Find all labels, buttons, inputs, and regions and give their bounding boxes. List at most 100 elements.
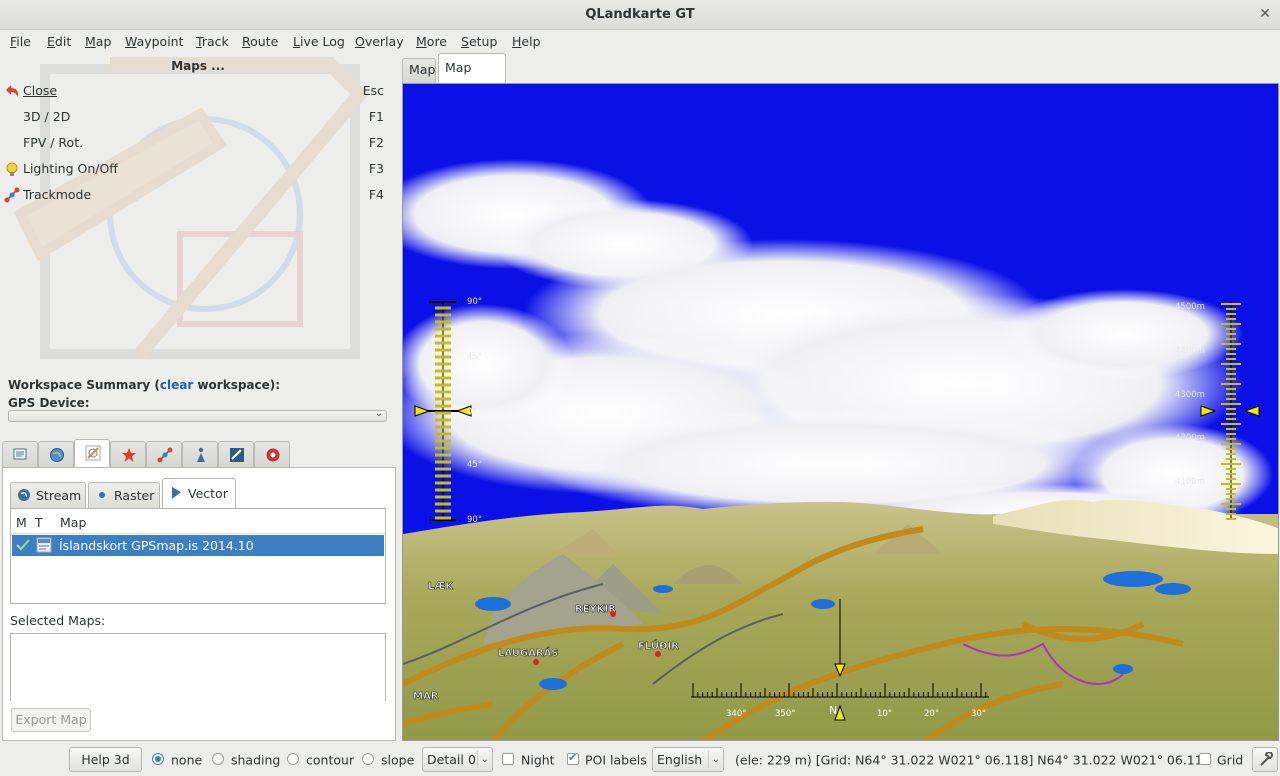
summary-prefix: Workspace Summary ( [8, 378, 160, 392]
language-value: English [657, 752, 703, 767]
column-header-m[interactable]: M [16, 515, 27, 530]
tab-overlay[interactable] [218, 441, 254, 467]
action-3d-2d[interactable]: 3D / 2D F1 [0, 105, 396, 129]
action-close[interactable]: Close Esc [0, 79, 396, 103]
compass-label-340: 340° [726, 709, 746, 719]
pitch-label-45-top: 45° [467, 352, 482, 362]
window-titlebar: QLandkarte GT ✕ [0, 0, 1280, 30]
waypoint-star-icon [122, 448, 136, 462]
menu-more[interactable]: More [416, 34, 447, 49]
chevron-down-icon: ⌄ [711, 754, 720, 765]
action-trackmode[interactable]: Trackmode F4 [0, 183, 396, 207]
export-map-button[interactable]: Export Map [11, 708, 91, 732]
wrench-icon [1260, 752, 1273, 766]
garmin-map-icon [36, 537, 52, 553]
menu-waypoint[interactable]: Waypoint [125, 34, 184, 49]
elevation-label-4200: 4200m [1175, 433, 1205, 443]
shading-label-none: none [171, 752, 203, 768]
action-lighting[interactable]: Lighting On/Off F3 [0, 157, 396, 181]
shading-label-contour: contour [306, 752, 355, 768]
tab-diary[interactable] [254, 441, 290, 467]
detail-value: 0 [468, 752, 476, 767]
window-close-icon[interactable]: ✕ [1254, 3, 1276, 25]
window-title: QLandkarte GT [585, 7, 695, 22]
pitch-label-0: 0° [467, 407, 477, 417]
menu-overlay[interactable]: Overlay [355, 34, 404, 49]
elevation-label-4400: 4400m [1175, 346, 1205, 356]
tab-vector[interactable]: Vector [162, 478, 236, 508]
menu-track[interactable]: Track [196, 34, 229, 49]
language-combo[interactable]: English ⌄ [652, 747, 724, 772]
tab-routes[interactable] [182, 441, 218, 467]
action-label: Lighting On/Off [23, 161, 118, 176]
menu-setup[interactable]: Setup [461, 34, 497, 49]
shading-radio-contour[interactable] [287, 753, 299, 765]
column-header-t[interactable]: T [35, 515, 43, 530]
shading-label-slope: slope [381, 752, 415, 768]
night-label: Night [521, 752, 555, 768]
menu-map[interactable]: Map [85, 34, 111, 49]
detail-combo[interactable]: Detail 0 ⌄ [422, 747, 493, 772]
tab-map-list[interactable] [74, 439, 110, 467]
tab-label: Stream [36, 488, 82, 503]
place-label-laek: LÆK [428, 581, 454, 592]
tab-tracks[interactable] [146, 441, 182, 467]
action-shortcut: F2 [368, 135, 384, 150]
menu-help[interactable]: Help [512, 34, 541, 49]
tab-raster[interactable]: Raster [88, 482, 160, 508]
compass-label-30: 30° [971, 709, 986, 719]
action-fpv-rot[interactable]: FPV / Rot. F2 [0, 131, 396, 155]
shading-radio-none[interactable] [152, 753, 164, 765]
selected-maps-list[interactable] [10, 633, 386, 701]
settings-wrench-button[interactable] [1252, 747, 1278, 772]
tab-map-3d[interactable]: Map 3D... [438, 53, 506, 103]
maps-panel-title: Maps ... [171, 59, 225, 73]
place-label-mar: MAR [413, 691, 439, 702]
vector-flag-icon [172, 487, 181, 499]
menu-file[interactable]: File [10, 34, 31, 49]
gps-device-combo[interactable]: ⌄ [8, 408, 387, 422]
menu-edit[interactable]: Edit [47, 34, 71, 49]
lightbulb-icon [6, 162, 18, 176]
tab-map-2d[interactable]: Map [402, 58, 436, 83]
map-name: Íslandskort GPSmap.is 2014.10 [59, 538, 254, 553]
vector-map-list: M T Map Íslandskort GPSmap.is 2014.10 [10, 508, 386, 604]
grid-checkbox[interactable] [1199, 753, 1211, 765]
map-3d-canvas: REYKIR LAUGARÁS FLÚÐIR MAR LÆK 90° 45° 0… [403, 84, 1278, 740]
column-header-map[interactable]: Map [60, 515, 86, 530]
shading-radio-slope[interactable] [362, 753, 374, 765]
tab-stream[interactable]: Stream [10, 482, 86, 508]
maps-globe-icon [50, 448, 64, 462]
grid-label: Grid [1217, 752, 1244, 768]
menu-live-log[interactable]: Live Log [293, 34, 345, 49]
tab-label: Vector [188, 486, 228, 501]
globe-icon [18, 489, 30, 501]
menu-route[interactable]: Route [242, 34, 278, 49]
shading-radio-shading[interactable] [212, 753, 224, 765]
map-list-row[interactable]: Íslandskort GPSmap.is 2014.10 [12, 535, 384, 556]
tab-maps[interactable] [38, 441, 74, 467]
map-list-header: M T Map [11, 509, 385, 534]
help-3d-button[interactable]: Help 3d [69, 747, 142, 772]
poi-labels-label: POI labels [585, 752, 647, 768]
maps-action-panel: Maps ... Close Esc 3D / 2D F1 FPV / Rot.… [0, 54, 400, 364]
map-3d-view[interactable]: REYKIR LAUGARÁS FLÚÐIR MAR LÆK 90° 45° 0… [402, 83, 1279, 741]
tab-workspace[interactable] [2, 441, 38, 467]
workspace-summary: Workspace Summary (clear workspace): [8, 378, 280, 392]
action-shortcut: F3 [368, 161, 384, 176]
elevation-label-4100: 4100m [1175, 477, 1205, 487]
position-readout: (ele: 229 m) [Grid: N64° 31.022 W021° 06… [735, 752, 1211, 768]
undo-arrow-icon [6, 85, 19, 97]
pitch-label-90-bottom: 90° [467, 515, 482, 525]
clear-workspace-link[interactable]: clear [160, 378, 193, 392]
night-checkbox[interactable] [502, 753, 514, 765]
menubar: File Edit Map Waypoint Track Route Live … [0, 30, 1280, 54]
tab-waypoints[interactable] [110, 441, 146, 467]
chevron-down-icon: ⌄ [480, 754, 489, 765]
poi-labels-checkbox[interactable] [567, 751, 579, 765]
map-list-icon [85, 445, 101, 461]
action-label: 3D / 2D [23, 109, 71, 124]
overlay-icon [230, 448, 244, 462]
detail-label: Detail [427, 752, 464, 767]
selected-maps-label: Selected Maps: [10, 613, 106, 628]
